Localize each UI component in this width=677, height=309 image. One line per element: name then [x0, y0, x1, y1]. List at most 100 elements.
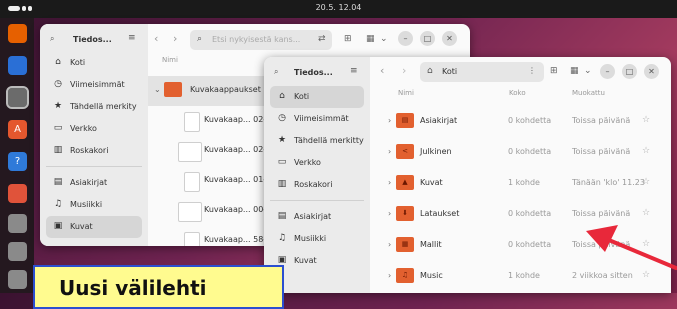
folder-emblem-icon: < [402, 147, 408, 155]
expander-icon[interactable]: › [388, 271, 391, 280]
music-icon: ♫ [277, 233, 287, 243]
folder-size: 1 kohde [508, 178, 540, 187]
sidebar-item-label: Koti [70, 58, 86, 67]
folder-row[interactable]: › ▤ Asiakirjat 0 kohdetta Toissa päivänä ☆ [384, 107, 671, 137]
view-grid-icon[interactable]: ▦ [570, 66, 579, 76]
firefox-icon[interactable] [8, 24, 27, 43]
sidebar-item-pictures[interactable]: ▣ Kuvat [46, 216, 142, 238]
minimize-button[interactable]: – [398, 31, 413, 46]
music-icon: ♫ [53, 199, 63, 209]
column-modified-header[interactable]: Muokattu [572, 89, 605, 97]
sidebar-item-network[interactable]: ▭ Verkko [46, 118, 142, 140]
folder-row[interactable]: › ♫ Music 1 kohde 2 viikkoa sitten ☆ [384, 262, 671, 292]
sidebar-item-label: Koti [294, 92, 310, 101]
search-icon[interactable]: ⌕ [274, 67, 278, 77]
image-thumbnail [178, 202, 202, 222]
forward-icon[interactable]: › [402, 64, 406, 77]
sidebar-item-recent[interactable]: ◷ Viimeisimmät [46, 74, 142, 96]
sidebar-item-label: Tähdellä merkity [70, 102, 137, 111]
star-icon[interactable]: ☆ [642, 177, 650, 187]
folder-row[interactable]: › ▦ Mallit 0 kohdetta Toissa päivänä ☆ [384, 231, 671, 261]
maximize-button[interactable]: □ [622, 64, 637, 79]
menu-icon[interactable]: ≡ [350, 66, 358, 76]
sidebar-item-starred[interactable]: ★ Tähdellä merkitty [270, 130, 364, 152]
home-icon: ⌂ [55, 57, 61, 67]
folder-row[interactable]: › < Julkinen 0 kohdetta Toissa päivänä ☆ [384, 138, 671, 168]
expander-icon[interactable]: › [388, 240, 391, 249]
close-button[interactable]: ✕ [644, 64, 659, 79]
documents-icon: ▤ [53, 177, 63, 187]
thunderbird-icon[interactable] [8, 56, 27, 75]
path-current: Koti [442, 67, 458, 76]
close-button[interactable]: ✕ [442, 31, 457, 46]
star-icon[interactable]: ☆ [642, 270, 650, 280]
sidebar-item-music[interactable]: ♫ Musiikki [46, 194, 142, 216]
sidebar-item-starred[interactable]: ★ Tähdellä merkity [46, 96, 142, 118]
chevron-down-icon[interactable]: ⌄ [380, 34, 388, 44]
recent-icon: ◷ [278, 113, 286, 123]
sidebar: ⌕ Tiedos... ≡ ⌂ Koti ◷ Viimeisimmät ★ Tähdell… [40, 24, 148, 246]
path-bar[interactable]: ⌂ Koti ⋮ [420, 62, 544, 82]
search-icon[interactable]: ⌕ [50, 34, 54, 44]
sidebar-item-network[interactable]: ▭ Verkko [270, 152, 364, 174]
star-icon[interactable]: ☆ [642, 239, 650, 249]
sidebar-title: Tiedos... [294, 68, 333, 77]
office-icon[interactable] [8, 184, 27, 203]
usb-drive-icon[interactable] [8, 214, 27, 233]
sidebar-item-recent[interactable]: ◷ Viimeisimmät [270, 108, 364, 130]
minimize-button[interactable]: – [600, 64, 615, 79]
clock[interactable]: 20.5. 12.04 [0, 3, 677, 12]
sidebar-item-music[interactable]: ♫ Musiikki [270, 228, 364, 250]
folder-icon [164, 82, 182, 97]
menu-icon[interactable]: ≡ [128, 33, 136, 43]
star-icon[interactable]: ☆ [642, 208, 650, 218]
star-icon[interactable]: ☆ [642, 146, 650, 156]
folder-row[interactable]: › ▲ Kuvat 1 kohde Tänään 'klo' 11.23 ☆ [384, 169, 671, 199]
column-name-header[interactable]: Nimi [162, 56, 178, 64]
software-icon[interactable]: A [8, 120, 27, 139]
search-field[interactable]: ⌕ Etsi nykyisestä kans... [190, 30, 332, 50]
usb-drive-icon-2[interactable] [8, 242, 27, 261]
expander-icon[interactable]: › [388, 209, 391, 218]
new-folder-icon[interactable]: ⊞ [344, 34, 352, 44]
sidebar-item-label: Musiikki [70, 200, 103, 209]
column-size-header[interactable]: Koko [509, 89, 526, 97]
sidebar-item-trash[interactable]: ▥ Roskakori [46, 140, 142, 162]
column-name-header[interactable]: Nimi [398, 89, 414, 97]
files-window-front[interactable]: ⌕ Tiedos... ≡ ⌂ Koti ◷ Viimeisimmät ★ Tähdell… [264, 57, 671, 293]
view-grid-icon[interactable]: ▦ [366, 34, 375, 44]
expander-icon[interactable]: ⌄ [154, 85, 161, 94]
expander-icon[interactable]: › [388, 147, 391, 156]
files-icon[interactable] [6, 86, 29, 109]
recent-icon: ◷ [54, 79, 62, 89]
sidebar-item-trash[interactable]: ▥ Roskakori [270, 174, 364, 196]
trash-icon[interactable] [8, 270, 27, 289]
sidebar-item-pictures[interactable]: ▣ Kuvat [270, 250, 364, 272]
folder-name: Kuvat [420, 178, 443, 187]
sidebar-item-documents[interactable]: ▤ Asiakirjat [270, 206, 364, 228]
folder-icon: ▦ [396, 237, 414, 252]
expander-icon[interactable]: › [388, 116, 391, 125]
expander-icon[interactable]: › [388, 178, 391, 187]
path-menu-icon[interactable]: ⋮ [528, 66, 536, 75]
star-icon[interactable]: ☆ [642, 115, 650, 125]
folder-modified: Toissa päivänä [572, 240, 631, 249]
help-icon[interactable]: ? [8, 152, 27, 171]
sidebar-item-documents[interactable]: ▤ Asiakirjat [46, 172, 142, 194]
maximize-button[interactable]: □ [420, 31, 435, 46]
sidebar-item-label: Roskakori [70, 146, 109, 155]
sidebar-item-home[interactable]: ⌂ Koti [270, 86, 364, 108]
forward-icon[interactable]: › [173, 32, 177, 45]
back-icon[interactable]: ‹ [380, 64, 384, 77]
home-icon: ⌂ [279, 91, 285, 101]
filter-icon[interactable]: ⇄ [318, 34, 326, 44]
office-icon-glyph [8, 184, 27, 203]
folder-row[interactable]: › ⬇ Lataukset 0 kohdetta Toissa päivänä ☆ [384, 200, 671, 230]
chevron-down-icon[interactable]: ⌄ [584, 66, 592, 76]
folder-size: 0 kohdetta [508, 147, 552, 156]
sidebar-item-home[interactable]: ⌂ Koti [46, 52, 142, 74]
new-folder-icon[interactable]: ⊞ [550, 66, 558, 76]
file-name: Kuvakaap... 02- [204, 115, 267, 124]
back-icon[interactable]: ‹ [154, 32, 158, 45]
folder-modified: Tänään 'klo' 11.23 [572, 178, 645, 187]
